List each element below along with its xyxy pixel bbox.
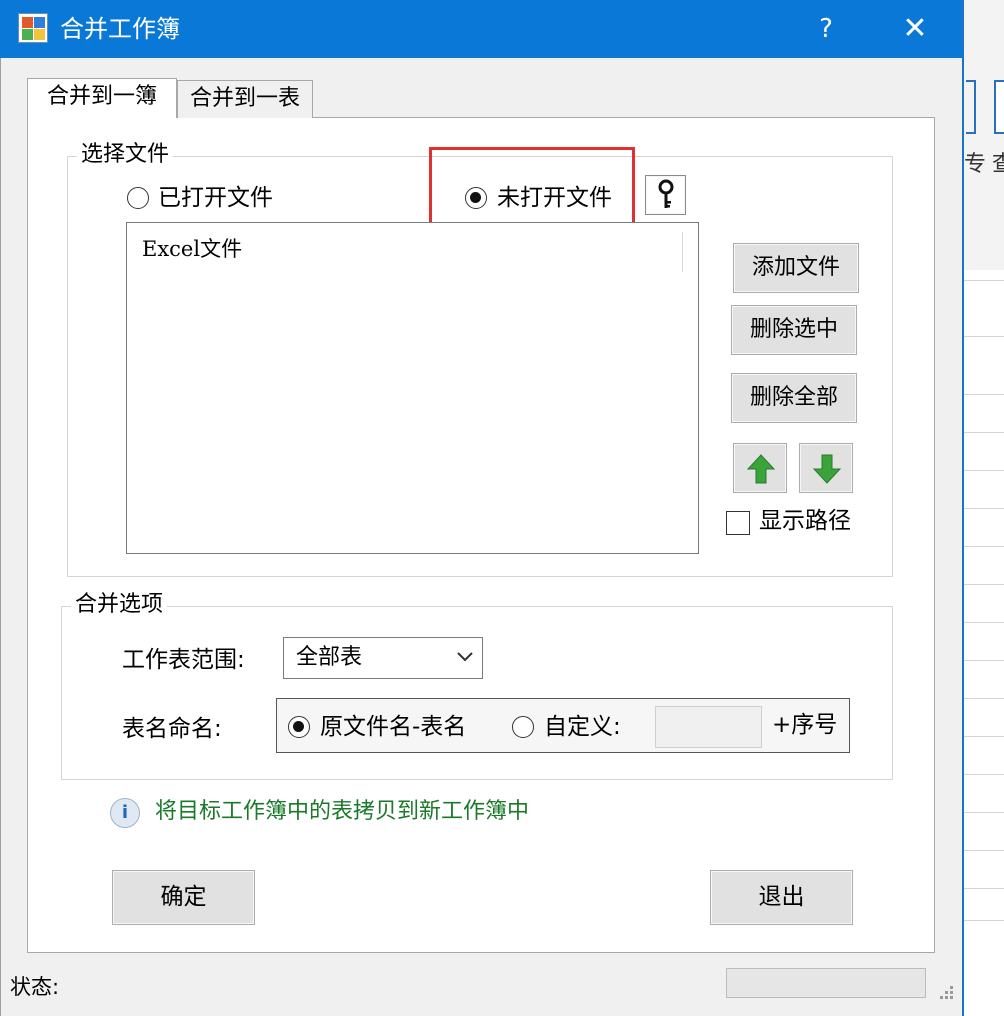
show-path-checkbox[interactable] — [726, 511, 750, 535]
select-files-group-label: 选择文件 — [77, 142, 174, 168]
move-down-button[interactable] — [799, 443, 853, 493]
radio-naming-custom[interactable] — [512, 716, 534, 738]
close-button[interactable]: ✕ — [888, 8, 942, 50]
status-progress-bar — [726, 968, 926, 998]
sheet-range-label: 工作表范围: — [122, 647, 245, 673]
sheet-naming-label: 表名命名: — [122, 716, 222, 742]
radio-naming-custom-label: 自定义: — [544, 714, 621, 740]
chevron-down-icon[interactable] — [456, 650, 474, 664]
info-text: 将目标工作簿中的表拷贝到新工作簿中 — [155, 799, 530, 824]
key-icon — [658, 179, 674, 208]
arrow-up-icon — [746, 454, 776, 484]
delete-all-button[interactable]: 删除全部 — [731, 373, 857, 423]
background-ribbon — [964, 0, 1004, 270]
exit-button[interactable]: 退出 — [710, 870, 853, 925]
resize-grip-icon[interactable] — [934, 984, 956, 1002]
merge-options-group-label: 合并选项 — [71, 592, 168, 618]
radio-naming-original[interactable] — [288, 716, 310, 738]
background-ribbon-text: 查 — [992, 152, 1004, 177]
column-divider[interactable] — [682, 232, 683, 272]
file-list-column-header[interactable]: Excel文件 — [142, 234, 242, 264]
info-icon: i — [110, 798, 140, 828]
help-button[interactable]: ? — [802, 8, 850, 50]
tab-merge-to-sheet[interactable]: 合并到一表 — [177, 80, 313, 118]
merge-options-group — [61, 606, 893, 780]
delete-selected-button[interactable]: 删除选中 — [731, 305, 857, 355]
sheet-range-value[interactable]: 全部表 — [296, 643, 362, 673]
radio-opened-files-label: 已打开文件 — [158, 185, 273, 211]
add-file-button[interactable]: 添加文件 — [733, 243, 859, 293]
radio-naming-original-label: 原文件名-表名 — [320, 714, 467, 740]
arrow-down-icon — [812, 454, 842, 484]
window-title: 合并工作簿 — [60, 15, 180, 43]
file-list[interactable] — [126, 222, 699, 554]
background-ribbon-icon — [994, 80, 1004, 134]
radio-opened-files[interactable] — [127, 187, 149, 209]
app-icon — [18, 13, 48, 43]
background-window: 专 查 — [962, 0, 1004, 1016]
background-ribbon-text: 专 — [964, 152, 987, 177]
key-button[interactable] — [645, 175, 686, 215]
custom-name-input[interactable] — [655, 706, 762, 748]
status-label: 状态: — [10, 975, 60, 999]
show-path-label: 显示路径 — [759, 508, 851, 534]
suffix-label: +序号 — [772, 712, 838, 738]
tab-merge-to-workbook[interactable]: 合并到一簿 — [27, 78, 177, 118]
ok-button[interactable]: 确定 — [112, 870, 255, 925]
background-ribbon-icon — [966, 80, 976, 134]
move-up-button[interactable] — [733, 443, 787, 493]
